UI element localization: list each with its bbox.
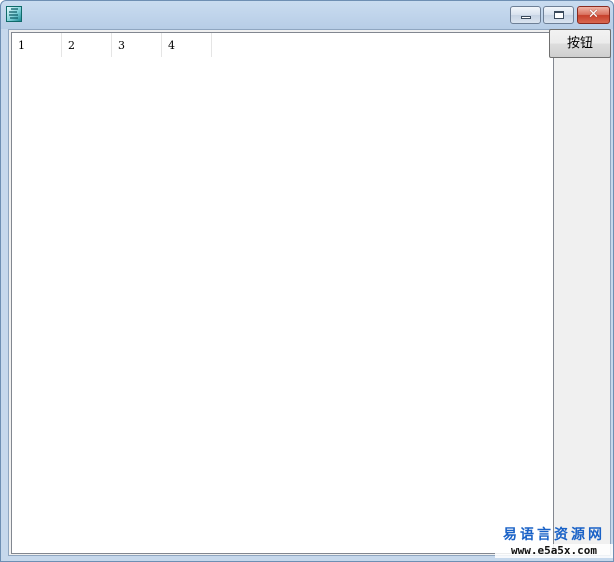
- maximize-button[interactable]: [543, 6, 574, 24]
- close-button[interactable]: ✕: [577, 6, 610, 24]
- column-header-4[interactable]: 4: [162, 33, 212, 57]
- watermark-url: www.e5a5x.com: [495, 544, 613, 558]
- watermark-chinese: 易语言资源网: [503, 527, 605, 543]
- column-header-1[interactable]: 1: [12, 33, 62, 57]
- minimize-button[interactable]: [510, 6, 541, 24]
- app-icon[interactable]: [6, 6, 22, 22]
- maximize-icon: [554, 11, 564, 19]
- client-area: 1 2 3 4 按钮: [8, 29, 611, 556]
- minimize-icon: [521, 16, 531, 19]
- list-header: 1 2 3 4: [12, 33, 212, 57]
- close-icon: ✕: [588, 7, 599, 22]
- column-header-3[interactable]: 3: [112, 33, 162, 57]
- action-button[interactable]: 按钮: [549, 29, 611, 58]
- list-view[interactable]: 1 2 3 4: [11, 32, 554, 554]
- column-header-2[interactable]: 2: [62, 33, 112, 57]
- title-bar[interactable]: ✕: [1, 1, 613, 29]
- app-window: ✕ 1 2 3 4 按钮 易语言资源网 www.e5a5x.com: [0, 0, 614, 562]
- watermark: 易语言资源网 www.e5a5x.com: [495, 526, 613, 558]
